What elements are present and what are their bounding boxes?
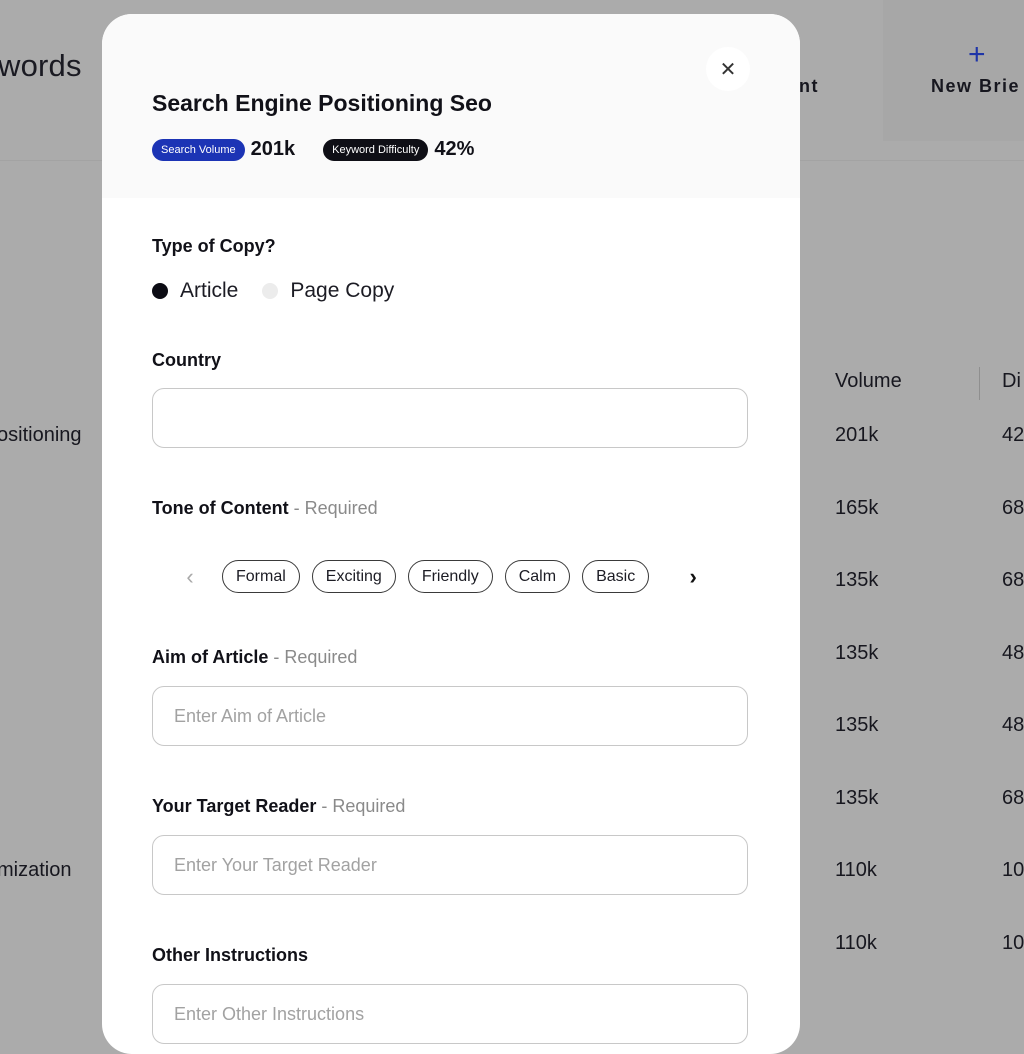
other-instructions-label: Other Instructions [152, 945, 309, 965]
type-of-copy-radio-group: Article Page Copy [152, 279, 418, 303]
column-separator [979, 367, 980, 400]
new-brief-label: New Brie [931, 76, 1021, 96]
row-difficulty: 48 [1002, 714, 1024, 736]
close-icon: ✕ [719, 58, 737, 81]
row-difficulty: 10 [1002, 859, 1024, 881]
country-label: Country [152, 350, 221, 370]
row-volume: 135k [835, 787, 879, 809]
row-difficulty: 48 [1002, 642, 1024, 664]
radio-unselected-icon [262, 283, 279, 299]
row-volume: 135k [835, 714, 879, 736]
other-instructions-input[interactable] [152, 984, 748, 1044]
target-reader-input[interactable] [152, 835, 748, 895]
tone-chip-carousel: ‹ Formal Exciting Friendly Calm Basic › [176, 560, 707, 593]
required-hint: - Required [268, 647, 358, 667]
chevron-left-icon[interactable]: ‹ [176, 564, 204, 590]
type-of-copy-label: Type of Copy? [152, 236, 276, 256]
keyword-metrics: Search Volume 201k Keyword Difficulty 42… [152, 138, 502, 161]
required-hint: - Required [316, 796, 406, 816]
required-hint: - Required [288, 498, 378, 518]
tone-chip-exciting[interactable]: Exciting [311, 560, 396, 593]
chevron-right-icon[interactable]: › [679, 564, 707, 590]
tone-chip-friendly[interactable]: Friendly [407, 560, 493, 593]
target-reader-label-text: Your Target Reader [152, 796, 317, 816]
page-title: words [0, 48, 82, 83]
country-input[interactable] [152, 388, 748, 448]
row-volume: 135k [835, 569, 879, 591]
aim-input[interactable] [152, 686, 748, 746]
search-volume-value: 201k [250, 138, 296, 160]
row-volume: 165k [835, 497, 879, 519]
new-brief-button[interactable]: + New Brie [883, 0, 1024, 141]
row-difficulty: 10 [1002, 932, 1024, 954]
keyword-difficulty-badge: Keyword Difficulty [323, 138, 429, 161]
row-difficulty: 68 [1002, 497, 1024, 519]
column-header-difficulty[interactable]: Di [1002, 370, 1021, 393]
modal-header: Search Engine Positioning Seo Search Vol… [102, 14, 800, 198]
radio-selected-icon [152, 283, 168, 299]
tone-label-text: Tone of Content [152, 498, 289, 518]
aim-label-text: Aim of Article [152, 647, 269, 667]
row-difficulty: 68 [1002, 787, 1024, 809]
tone-chip-formal[interactable]: Formal [222, 560, 300, 593]
radio-page-copy[interactable]: Page Copy [262, 279, 394, 303]
radio-label: Article [180, 279, 239, 302]
create-brief-modal: Search Engine Positioning Seo Search Vol… [102, 14, 800, 1054]
row-volume: 135k [835, 642, 879, 664]
row-volume: 201k [835, 424, 879, 446]
row-difficulty: 42 [1002, 424, 1024, 446]
row-volume: 110k [835, 859, 877, 881]
row-volume: 110k [835, 932, 877, 954]
row-keyword: mization [0, 859, 72, 881]
tone-chip-basic[interactable]: Basic [582, 560, 650, 593]
tone-chip-calm[interactable]: Calm [504, 560, 571, 593]
radio-label: Page Copy [290, 279, 395, 302]
column-header-volume[interactable]: Volume [835, 370, 902, 393]
aim-label: Aim of Article - Required [152, 647, 357, 668]
close-button[interactable]: ✕ [706, 47, 750, 91]
row-difficulty: 68 [1002, 569, 1024, 591]
tone-label: Tone of Content - Required [152, 498, 378, 519]
plus-icon: + [968, 38, 986, 71]
keyword-difficulty-value: 42% [434, 138, 475, 160]
search-volume-badge: Search Volume [152, 138, 245, 161]
target-reader-label: Your Target Reader - Required [152, 796, 405, 817]
modal-title: Search Engine Positioning Seo [152, 90, 492, 116]
row-keyword: ositioning [0, 424, 82, 446]
radio-article[interactable]: Article [152, 279, 238, 303]
